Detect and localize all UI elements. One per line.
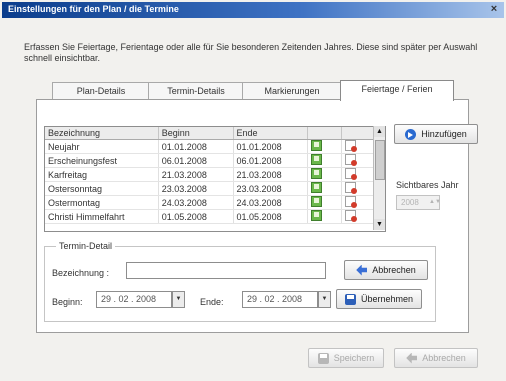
column-header-end[interactable]: Ende xyxy=(233,127,309,140)
edit-icon[interactable] xyxy=(311,168,323,179)
name-label: Bezeichnung : xyxy=(52,268,110,278)
scroll-down-icon[interactable]: ▼ xyxy=(374,219,385,230)
cell-name: Erscheinungsfest xyxy=(45,153,159,168)
cell-end: 21.03.2008 xyxy=(233,167,309,182)
delete-icon[interactable] xyxy=(344,154,357,166)
table-row[interactable]: Neujahr 01.01.2008 01.01.2008 xyxy=(45,139,376,154)
end-label: Ende: xyxy=(200,297,224,307)
column-header-delete xyxy=(341,127,376,140)
cell-end: 23.03.2008 xyxy=(233,181,309,196)
settings-window: Einstellungen für den Plan / die Termine… xyxy=(0,0,506,381)
cell-start: 01.01.2008 xyxy=(158,139,234,154)
table-row[interactable]: Ostermontag 24.03.2008 24.03.2008 xyxy=(45,195,376,210)
end-date-dropdown-icon[interactable]: ▼ xyxy=(318,291,331,308)
floppy-disk-icon xyxy=(344,293,356,305)
scrollbar-thumb[interactable] xyxy=(375,140,385,180)
table-header: Bezeichnung Beginn Ende xyxy=(45,127,376,140)
apply-button-label: Übernehmen xyxy=(360,294,414,304)
cell-name: Ostermontag xyxy=(45,195,159,210)
start-date-dropdown-icon[interactable]: ▼ xyxy=(172,291,185,308)
cell-start: 23.03.2008 xyxy=(158,181,234,196)
column-header-edit xyxy=(307,127,342,140)
cell-start: 06.01.2008 xyxy=(158,153,234,168)
year-spinner-icon: ▲▼ xyxy=(429,199,441,205)
tab-markierungen[interactable]: Markierungen xyxy=(242,82,342,100)
cell-start: 01.05.2008 xyxy=(158,209,234,224)
save-button[interactable]: Speichern xyxy=(308,348,384,368)
edit-icon[interactable] xyxy=(311,182,323,193)
close-icon[interactable]: × xyxy=(488,3,500,15)
delete-icon[interactable] xyxy=(344,140,357,152)
table-row[interactable]: Ostersonntag 23.03.2008 23.03.2008 xyxy=(45,181,376,196)
name-input[interactable] xyxy=(126,262,326,279)
back-arrow-icon xyxy=(356,264,368,276)
back-arrow-icon xyxy=(406,352,418,364)
cell-name: Neujahr xyxy=(45,139,159,154)
cell-end: 01.05.2008 xyxy=(233,209,309,224)
column-header-name[interactable]: Bezeichnung xyxy=(45,127,159,140)
apply-button[interactable]: Übernehmen xyxy=(336,289,422,309)
cancel-detail-button[interactable]: Abbrechen xyxy=(344,260,428,280)
footer-cancel-label: Abbrechen xyxy=(422,353,466,363)
visible-year-label: Sichtbares Jahr xyxy=(396,180,459,190)
delete-icon[interactable] xyxy=(344,196,357,208)
floppy-disk-icon xyxy=(317,352,329,364)
cell-name: Ostersonntag xyxy=(45,181,159,196)
add-button-label: Hinzufügen xyxy=(421,129,467,139)
add-button[interactable]: Hinzufügen xyxy=(394,124,478,144)
edit-icon[interactable] xyxy=(311,210,323,221)
cell-end: 01.01.2008 xyxy=(233,139,309,154)
start-label: Beginn: xyxy=(52,297,83,307)
holiday-table: Bezeichnung Beginn Ende Neujahr 01.01.20… xyxy=(44,126,386,232)
table-row[interactable]: Karfreitag 21.03.2008 21.03.2008 xyxy=(45,167,376,182)
delete-icon[interactable] xyxy=(344,182,357,194)
edit-icon[interactable] xyxy=(311,140,323,151)
window-title: Einstellungen für den Plan / die Termine xyxy=(8,4,179,14)
cell-name: Christi Himmelfahrt xyxy=(45,209,159,224)
description-text: Erfassen Sie Feiertage, Ferientage oder … xyxy=(24,42,478,63)
delete-icon[interactable] xyxy=(344,168,357,180)
termin-detail-legend: Termin-Detail xyxy=(56,241,116,251)
edit-icon[interactable] xyxy=(311,154,323,165)
footer-cancel-button[interactable]: Abbrechen xyxy=(394,348,478,368)
column-header-start[interactable]: Beginn xyxy=(158,127,234,140)
edit-icon[interactable] xyxy=(311,196,323,207)
start-date-input[interactable]: 29 . 02 . 2008 xyxy=(96,291,172,308)
end-date-input[interactable]: 29 . 02 . 2008 xyxy=(242,291,318,308)
cancel-detail-label: Abbrechen xyxy=(372,265,416,275)
scroll-up-icon[interactable]: ▲ xyxy=(374,126,385,137)
table-row[interactable]: Christi Himmelfahrt 01.05.2008 01.05.200… xyxy=(45,209,376,224)
title-bar: Einstellungen für den Plan / die Termine… xyxy=(2,2,504,18)
table-scrollbar[interactable]: ▲ ▼ xyxy=(373,126,385,230)
tab-feiertage-ferien[interactable]: Feiertage / Ferien xyxy=(340,80,454,101)
cell-start: 24.03.2008 xyxy=(158,195,234,210)
tab-plan-details[interactable]: Plan-Details xyxy=(52,82,150,100)
termin-detail-group xyxy=(44,246,436,322)
delete-icon[interactable] xyxy=(344,210,357,222)
cell-end: 06.01.2008 xyxy=(233,153,309,168)
add-arrow-icon xyxy=(405,128,417,140)
save-button-label: Speichern xyxy=(333,353,375,363)
tab-termin-details[interactable]: Termin-Details xyxy=(148,82,244,100)
table-row[interactable]: Erscheinungsfest 06.01.2008 06.01.2008 xyxy=(45,153,376,168)
cell-end: 24.03.2008 xyxy=(233,195,309,210)
cell-name: Karfreitag xyxy=(45,167,159,182)
cell-start: 21.03.2008 xyxy=(158,167,234,182)
